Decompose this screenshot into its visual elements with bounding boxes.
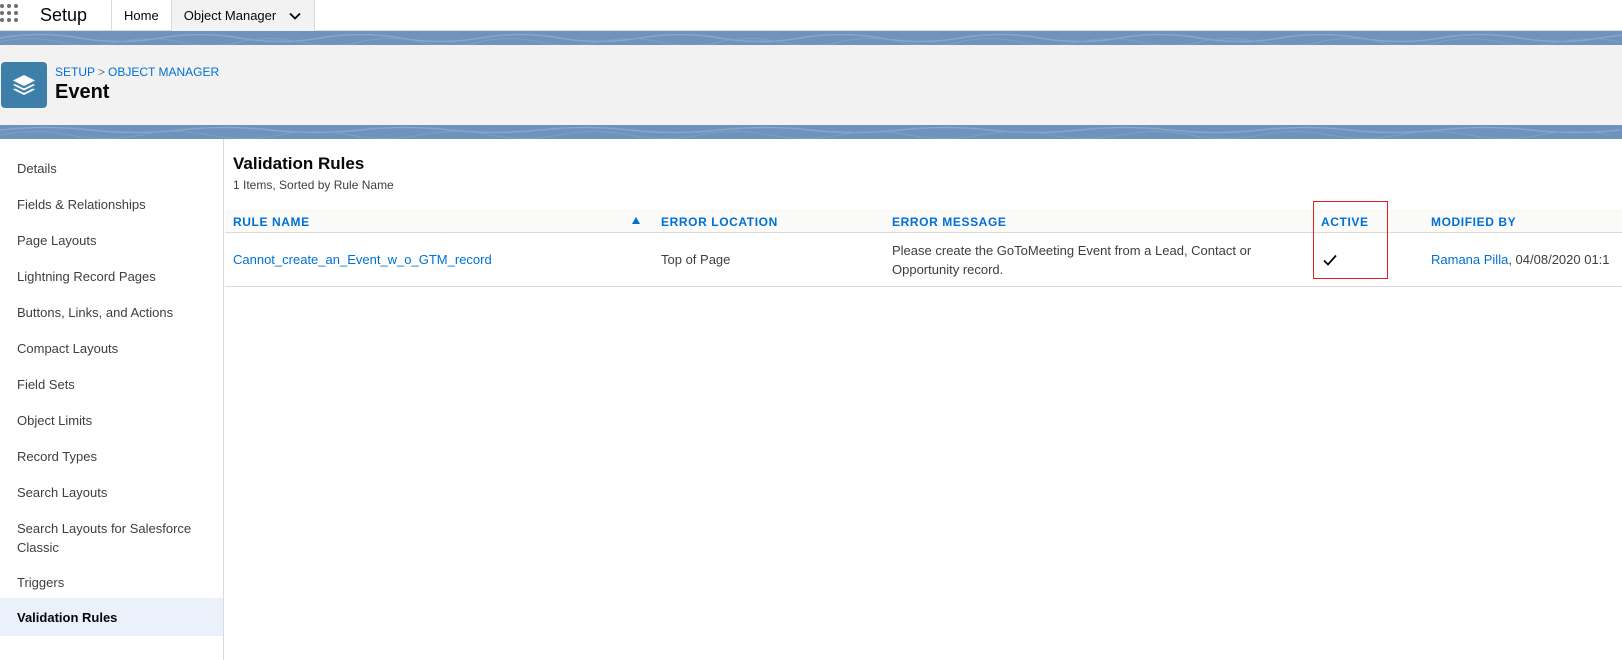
sidebar-item-record-types[interactable]: Record Types <box>0 447 223 466</box>
active-column-highlight-box <box>1313 201 1388 279</box>
banner-pattern <box>0 126 1621 139</box>
sidebar-item-fields-relationships[interactable]: Fields & Relationships <box>0 195 223 214</box>
column-header-modified-by[interactable]: MODIFIED BY <box>1431 215 1516 229</box>
object-manager-sidebar: Details Fields & Relationships Page Layo… <box>0 139 224 660</box>
sidebar-item-compact-layouts[interactable]: Compact Layouts <box>0 339 223 358</box>
tab-object-manager[interactable]: Object Manager <box>170 0 316 31</box>
page-title: Event <box>55 81 110 103</box>
rule-name-link[interactable]: Cannot_create_an_Event_w_o_GTM_record <box>233 250 492 269</box>
app-name: Setup <box>40 5 88 25</box>
page-header: SETUP > OBJECT MANAGER Event <box>0 45 1622 125</box>
breadcrumb: SETUP > OBJECT MANAGER <box>55 65 219 79</box>
header-banner-top <box>0 31 1622 45</box>
banner-pattern <box>0 33 1622 45</box>
header-banner-bottom <box>0 125 1622 139</box>
global-nav-bar: Setup Home Object Manager <box>0 0 1622 31</box>
sidebar-item-search-layouts[interactable]: Search Layouts <box>0 483 223 502</box>
app-launcher-icon[interactable] <box>0 0 24 31</box>
section-subtitle: 1 Items, Sorted by Rule Name <box>233 178 394 192</box>
sidebar-item-search-layouts-classic[interactable]: Search Layouts for Salesforce Classic <box>0 519 210 557</box>
tab-home[interactable]: Home <box>111 0 171 31</box>
chevron-down-icon[interactable] <box>288 9 302 23</box>
modified-by-cell: Ramana Pilla, 04/08/2020 01:1 <box>1431 250 1610 269</box>
column-header-rule-name[interactable]: RULE NAME <box>233 215 310 229</box>
sidebar-item-buttons-links-actions[interactable]: Buttons, Links, and Actions <box>0 303 223 322</box>
sidebar-item-object-limits[interactable]: Object Limits <box>0 411 223 430</box>
sidebar-item-validation-rules[interactable]: Validation Rules <box>0 598 223 636</box>
sidebar-item-details[interactable]: Details <box>0 159 223 178</box>
sort-ascending-icon[interactable] <box>632 217 640 224</box>
sidebar-item-triggers[interactable]: Triggers <box>0 573 223 592</box>
sidebar-item-field-sets[interactable]: Field Sets <box>0 375 223 394</box>
error-message-cell: Please create the GoToMeeting Event from… <box>892 243 1252 277</box>
breadcrumb-object-manager[interactable]: OBJECT MANAGER <box>108 65 219 79</box>
layers-icon <box>1 62 47 108</box>
column-header-error-message[interactable]: ERROR MESSAGE <box>892 215 1006 229</box>
modified-by-user-link[interactable]: Ramana Pilla <box>1431 252 1508 267</box>
modified-by-date: , 04/08/2020 01:1 <box>1508 252 1610 267</box>
tab-object-manager-label: Object Manager <box>183 8 277 23</box>
error-location-cell: Top of Page <box>661 252 731 267</box>
sidebar-item-page-layouts[interactable]: Page Layouts <box>0 231 223 250</box>
breadcrumb-setup[interactable]: SETUP <box>55 65 95 79</box>
tab-home-label: Home <box>124 8 159 23</box>
column-header-error-location[interactable]: ERROR LOCATION <box>661 215 778 229</box>
sidebar-item-lightning-record-pages[interactable]: Lightning Record Pages <box>0 267 223 286</box>
section-title: Validation Rules <box>233 154 365 173</box>
table-row: Cannot_create_an_Event_w_o_GTM_record To… <box>225 233 1622 287</box>
table-header: RULE NAME ERROR LOCATION ERROR MESSAGE A… <box>225 209 1622 233</box>
breadcrumb-separator: > <box>98 65 106 79</box>
main-content: Validation Rules 1 Items, Sorted by Rule… <box>225 139 1622 660</box>
